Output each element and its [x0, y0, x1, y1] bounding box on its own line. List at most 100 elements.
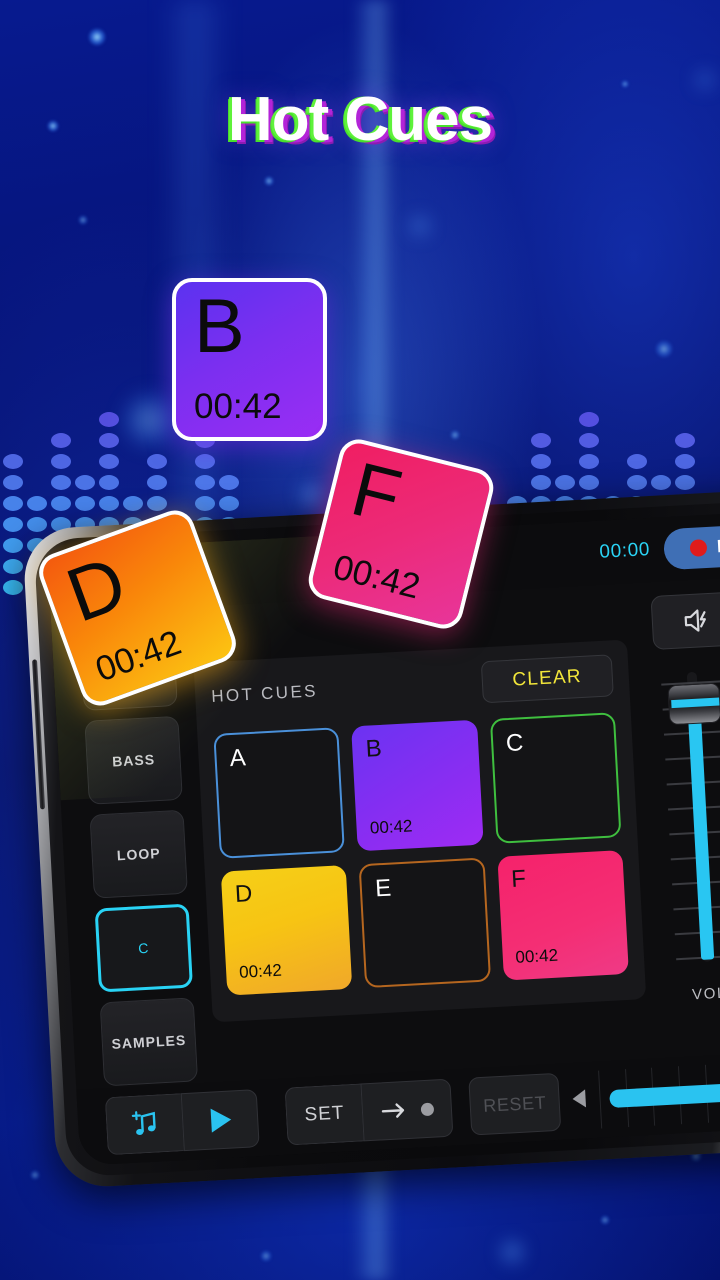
rail-label-cue: C	[137, 939, 150, 957]
play-button[interactable]	[180, 1089, 260, 1152]
cue-pad-f[interactable]: F 00:42	[496, 849, 629, 981]
equalizer-dot	[195, 496, 215, 511]
rail-button-samples[interactable]: SAMPLES	[99, 997, 199, 1087]
hot-cues-title: HOT CUES	[210, 681, 319, 706]
hot-cues-grid: A B 00:42 C D 00:42 E F 00:42	[213, 712, 629, 996]
set-label: SET	[304, 1102, 346, 1126]
cue-pad-e-letter: E	[374, 874, 392, 902]
cue-pad-a-time	[234, 838, 329, 843]
equalizer-dot	[3, 454, 23, 469]
fader-tick	[674, 929, 720, 936]
bokeh-dot	[30, 1170, 40, 1180]
transport-cue-group: SET	[284, 1078, 454, 1146]
cue-pad-c[interactable]: C	[489, 712, 622, 844]
equalizer-dot	[99, 496, 119, 511]
bokeh-dot	[500, 1240, 524, 1264]
equalizer-dot	[219, 496, 239, 511]
equalizer-dot	[75, 496, 95, 511]
equalizer-dot	[99, 433, 119, 448]
cue-pad-a[interactable]: A	[213, 727, 346, 859]
cue-pad-d-time: 00:42	[238, 960, 283, 982]
floating-pad-b-time: 00:42	[194, 387, 282, 426]
page-title: Hot Cues	[227, 85, 493, 154]
reset-button[interactable]: RESET	[468, 1072, 562, 1136]
bokeh-dot	[600, 1215, 610, 1225]
bokeh-dot	[409, 215, 431, 237]
cue-pad-f-letter: F	[510, 864, 527, 893]
previous-button[interactable]	[569, 1087, 590, 1115]
cue-pad-e-time	[380, 968, 475, 973]
equalizer-dot	[195, 454, 215, 469]
equalizer-dot	[675, 454, 695, 469]
equalizer-dot	[99, 412, 119, 427]
equalizer-dot	[195, 475, 215, 490]
equalizer-dot	[51, 454, 71, 469]
equalizer-dot	[3, 538, 23, 553]
equalizer-dot	[3, 517, 23, 532]
rail-button-loop[interactable]: LOOP	[89, 809, 188, 899]
equalizer-dot	[3, 559, 23, 574]
equalizer-dot	[147, 475, 167, 490]
speaker-boost-button[interactable]	[650, 591, 720, 651]
reset-label: RESET	[482, 1092, 547, 1116]
play-icon	[210, 1108, 232, 1133]
equalizer-dot	[99, 475, 119, 490]
equalizer-dot	[531, 454, 551, 469]
equalizer-dot	[75, 475, 95, 490]
equalizer-dot	[3, 496, 23, 511]
elapsed-time: 00:00	[598, 539, 651, 563]
rail-button-cue[interactable]: C	[94, 903, 193, 993]
cue-pad-b-letter: B	[364, 734, 383, 763]
volume-label: VOL	[691, 984, 720, 1004]
equalizer-dot	[147, 496, 167, 511]
goto-cue-button[interactable]	[360, 1078, 454, 1142]
hot-cues-panel: HOT CUES CLEAR A B 00:42 C D 00:42 E F 0…	[193, 639, 647, 1023]
fader-knob[interactable]	[667, 682, 720, 726]
fader-tick	[673, 904, 720, 911]
rail-label-samples: SAMPLES	[111, 1031, 187, 1052]
equalizer-dot	[579, 412, 599, 427]
equalizer-dot	[579, 475, 599, 490]
floating-pad-b-letter: B	[194, 284, 245, 369]
equalizer-dot	[51, 475, 71, 490]
volume-fader[interactable]	[646, 660, 720, 975]
set-cue-button[interactable]: SET	[284, 1083, 364, 1146]
rail-label-bass: BASS	[111, 751, 156, 770]
equalizer-dot	[675, 475, 695, 490]
equalizer-dot	[651, 475, 671, 490]
floating-pad-f-time: 00:42	[329, 547, 424, 607]
bokeh-dot	[88, 28, 106, 46]
cue-pad-b[interactable]: B 00:42	[351, 719, 484, 851]
cue-pad-e[interactable]: E	[358, 856, 491, 989]
cue-pad-f-time: 00:42	[514, 945, 559, 967]
hot-cues-header: HOT CUES CLEAR	[210, 654, 614, 718]
triangle-left-icon	[572, 1088, 587, 1107]
equalizer-dot	[51, 433, 71, 448]
equalizer-dot	[27, 496, 47, 511]
equalizer-dot	[123, 496, 143, 511]
equalizer-dot	[627, 454, 647, 469]
clear-button[interactable]: CLEAR	[480, 654, 614, 704]
speaker-bolt-icon	[684, 609, 706, 632]
rail-button-bass[interactable]: BASS	[84, 715, 183, 805]
floating-cue-pad-b[interactable]: B 00:42	[172, 278, 327, 441]
equalizer-column	[2, 454, 24, 595]
bokeh-dot	[78, 215, 88, 225]
equalizer-dot	[579, 433, 599, 448]
record-button[interactable]: R	[662, 522, 720, 570]
cue-pad-d-letter: D	[234, 879, 254, 908]
equalizer-dot	[99, 454, 119, 469]
equalizer-dot	[675, 433, 695, 448]
equalizer-dot	[531, 475, 551, 490]
equalizer-dot	[3, 580, 23, 595]
track-progress[interactable]	[598, 1059, 720, 1129]
record-dot-icon	[689, 538, 708, 557]
equalizer-dot	[579, 454, 599, 469]
fader-ticks	[646, 660, 720, 961]
mixer-column: VOL	[643, 588, 720, 1003]
equalizer-dot	[219, 475, 239, 490]
add-track-button[interactable]	[104, 1093, 184, 1156]
bokeh-dot	[655, 340, 673, 358]
equalizer-dot	[627, 475, 647, 490]
cue-pad-d[interactable]: D 00:42	[220, 864, 353, 996]
